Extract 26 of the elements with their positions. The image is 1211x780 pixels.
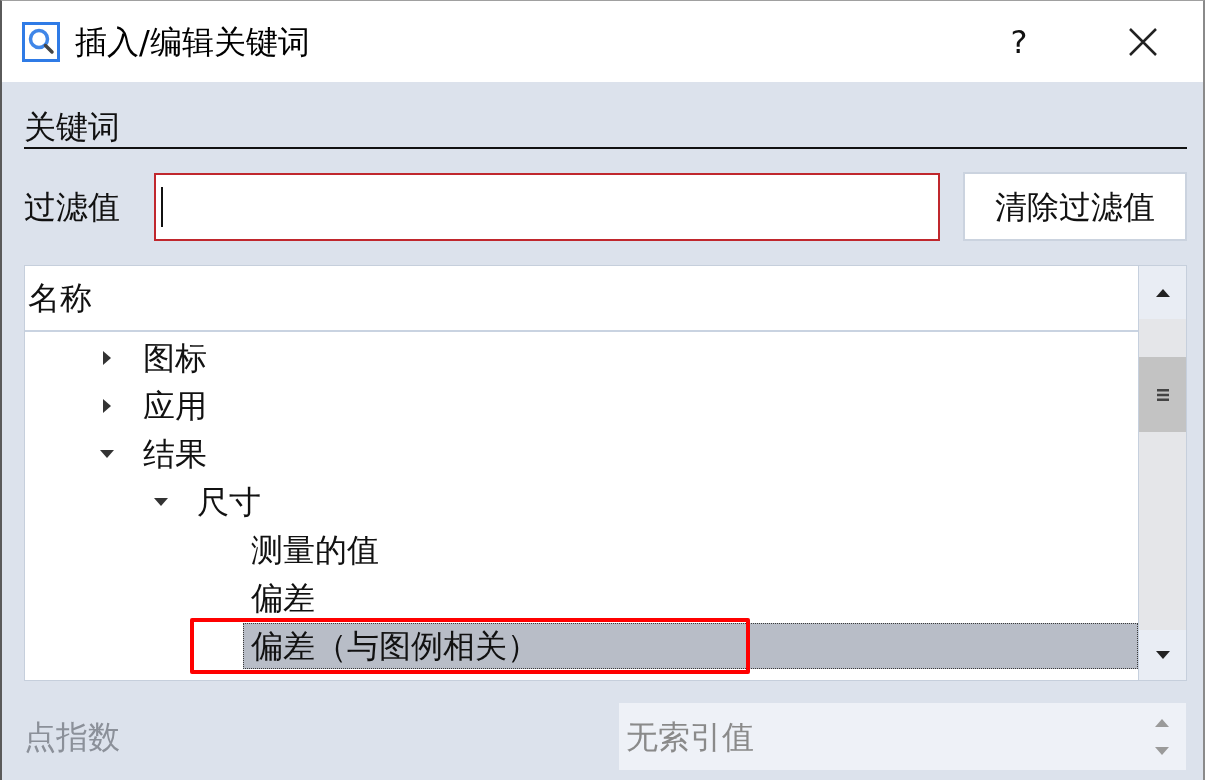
- clear-filter-button[interactable]: 清除过滤值: [963, 172, 1187, 241]
- scrollbar-thumb[interactable]: [1139, 357, 1186, 432]
- tree-item[interactable]: 尺寸: [189, 484, 269, 520]
- scroll-down-icon[interactable]: [1155, 651, 1170, 659]
- filter-label: 过滤值: [24, 187, 121, 226]
- triangle-down-icon[interactable]: [100, 450, 114, 458]
- magnifier-icon: [22, 21, 60, 62]
- triangle-right-icon[interactable]: [103, 351, 111, 365]
- tree-item[interactable]: 测量的值: [243, 532, 387, 568]
- grip-icon: [1156, 388, 1169, 401]
- scroll-up-icon[interactable]: [1155, 288, 1170, 297]
- tree-item[interactable]: 结果: [135, 436, 215, 472]
- help-button[interactable]: ?: [999, 21, 1039, 62]
- tree-item[interactable]: 应用: [135, 388, 215, 424]
- triangle-right-icon[interactable]: [103, 399, 111, 413]
- tree-item[interactable]: 偏差: [243, 580, 323, 616]
- text-cursor-icon: [161, 186, 163, 227]
- filter-input[interactable]: [154, 172, 940, 241]
- section-heading: 关键词: [24, 108, 120, 146]
- tree-item[interactable]: 偏差（与图例相关）: [243, 623, 1138, 669]
- triangle-down-icon[interactable]: [154, 498, 168, 506]
- point-index-label: 点指数: [24, 717, 121, 756]
- column-header[interactable]: 名称: [28, 279, 92, 317]
- window-title: 插入/编辑关键词: [75, 22, 311, 61]
- tree-item[interactable]: 图标: [135, 340, 215, 376]
- close-icon[interactable]: [1128, 26, 1158, 57]
